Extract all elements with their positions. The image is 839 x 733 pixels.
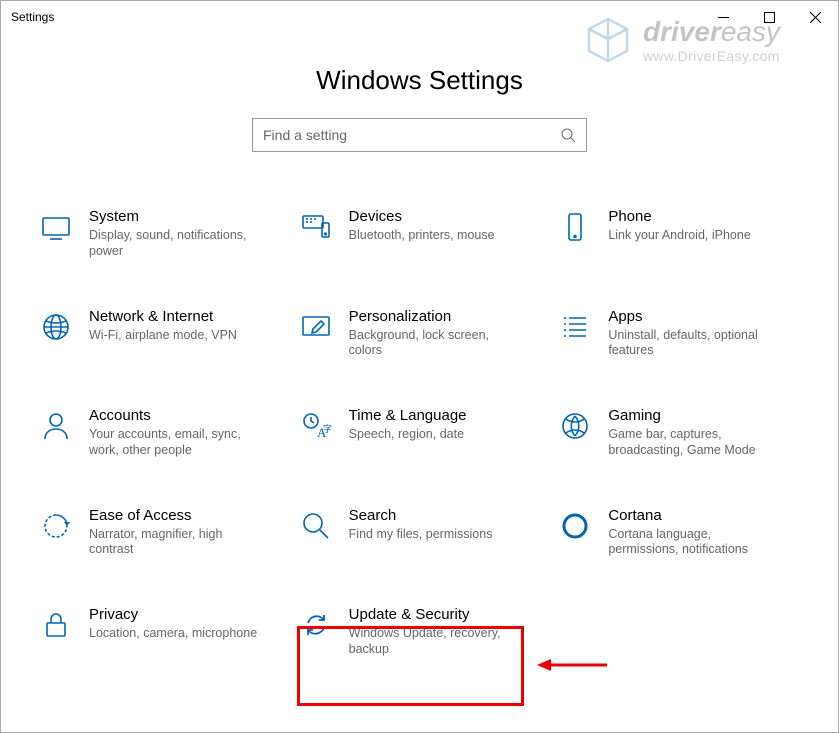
- personalization-icon: [297, 308, 335, 346]
- system-icon: [37, 208, 75, 246]
- tile-title: Time & Language: [349, 407, 467, 424]
- tile-desc: Cortana language, permissions, notificat…: [608, 527, 783, 558]
- privacy-icon: [37, 606, 75, 644]
- time-language-icon: A 字: [297, 407, 335, 445]
- tile-title: Gaming: [608, 407, 783, 424]
- tile-title: Cortana: [608, 507, 783, 524]
- page-title: Windows Settings: [1, 65, 838, 96]
- tile-desc: Bluetooth, printers, mouse: [349, 228, 495, 244]
- tile-title: Network & Internet: [89, 308, 237, 325]
- tile-title: Ease of Access: [89, 507, 264, 524]
- tile-title: Search: [349, 507, 493, 524]
- tile-desc: Location, camera, microphone: [89, 626, 257, 642]
- ease-of-access-icon: [37, 507, 75, 545]
- globe-icon: [37, 308, 75, 346]
- tile-title: Phone: [608, 208, 750, 225]
- tile-apps[interactable]: Apps Uninstall, defaults, optional featu…: [554, 304, 804, 364]
- tile-title: Personalization: [349, 308, 524, 325]
- gaming-icon: [556, 407, 594, 445]
- watermark-text-2: www.DriverEasy.com: [643, 48, 780, 64]
- tile-network-internet[interactable]: Network & Internet Wi-Fi, airplane mode,…: [35, 304, 285, 364]
- tile-title: Privacy: [89, 606, 257, 623]
- svg-text:字: 字: [323, 423, 332, 434]
- maximize-button[interactable]: [746, 1, 792, 33]
- tile-desc: Narrator, magnifier, high contrast: [89, 527, 264, 558]
- settings-grid: System Display, sound, notifications, po…: [1, 204, 838, 662]
- tile-personalization[interactable]: Personalization Background, lock screen,…: [295, 304, 545, 364]
- tile-title: Accounts: [89, 407, 264, 424]
- tile-devices[interactable]: Devices Bluetooth, printers, mouse: [295, 204, 545, 264]
- tile-title: Devices: [349, 208, 495, 225]
- apps-icon: [556, 308, 594, 346]
- search-tile-icon: [297, 507, 335, 545]
- tile-title: Update & Security: [349, 606, 524, 623]
- tile-title: System: [89, 208, 264, 225]
- tile-ease-of-access[interactable]: Ease of Access Narrator, magnifier, high…: [35, 503, 285, 563]
- minimize-button[interactable]: [700, 1, 746, 33]
- tile-system[interactable]: System Display, sound, notifications, po…: [35, 204, 285, 264]
- tile-cortana[interactable]: Cortana Cortana language, permissions, n…: [554, 503, 804, 563]
- tile-desc: Background, lock screen, colors: [349, 328, 524, 359]
- close-button[interactable]: [792, 1, 838, 33]
- tile-privacy[interactable]: Privacy Location, camera, microphone: [35, 602, 285, 662]
- search-input[interactable]: [263, 127, 560, 143]
- tile-search[interactable]: Search Find my files, permissions: [295, 503, 545, 563]
- tile-desc: Display, sound, notifications, power: [89, 228, 264, 259]
- tile-update-security[interactable]: Update & Security Windows Update, recove…: [295, 602, 545, 662]
- update-security-icon: [297, 606, 335, 644]
- window-title: Settings: [11, 10, 54, 24]
- search-icon: [560, 127, 576, 143]
- phone-icon: [556, 208, 594, 246]
- tile-time-language[interactable]: A 字 Time & Language Speech, region, date: [295, 403, 545, 463]
- tile-accounts[interactable]: Accounts Your accounts, email, sync, wor…: [35, 403, 285, 463]
- tile-desc: Find my files, permissions: [349, 527, 493, 543]
- accounts-icon: [37, 407, 75, 445]
- tile-desc: Uninstall, defaults, optional features: [608, 328, 783, 359]
- devices-icon: [297, 208, 335, 246]
- tile-gaming[interactable]: Gaming Game bar, captures, broadcasting,…: [554, 403, 804, 463]
- tile-desc: Your accounts, email, sync, work, other …: [89, 427, 264, 458]
- search-box[interactable]: [252, 118, 587, 152]
- tile-desc: Game bar, captures, broadcasting, Game M…: [608, 427, 783, 458]
- title-bar: Settings: [1, 1, 838, 33]
- tile-desc: Windows Update, recovery, backup: [349, 626, 524, 657]
- window-controls: [700, 1, 838, 33]
- tile-title: Apps: [608, 308, 783, 325]
- tile-desc: Wi-Fi, airplane mode, VPN: [89, 328, 237, 344]
- tile-desc: Link your Android, iPhone: [608, 228, 750, 244]
- cortana-icon: [556, 507, 594, 545]
- tile-phone[interactable]: Phone Link your Android, iPhone: [554, 204, 804, 264]
- tile-desc: Speech, region, date: [349, 427, 467, 443]
